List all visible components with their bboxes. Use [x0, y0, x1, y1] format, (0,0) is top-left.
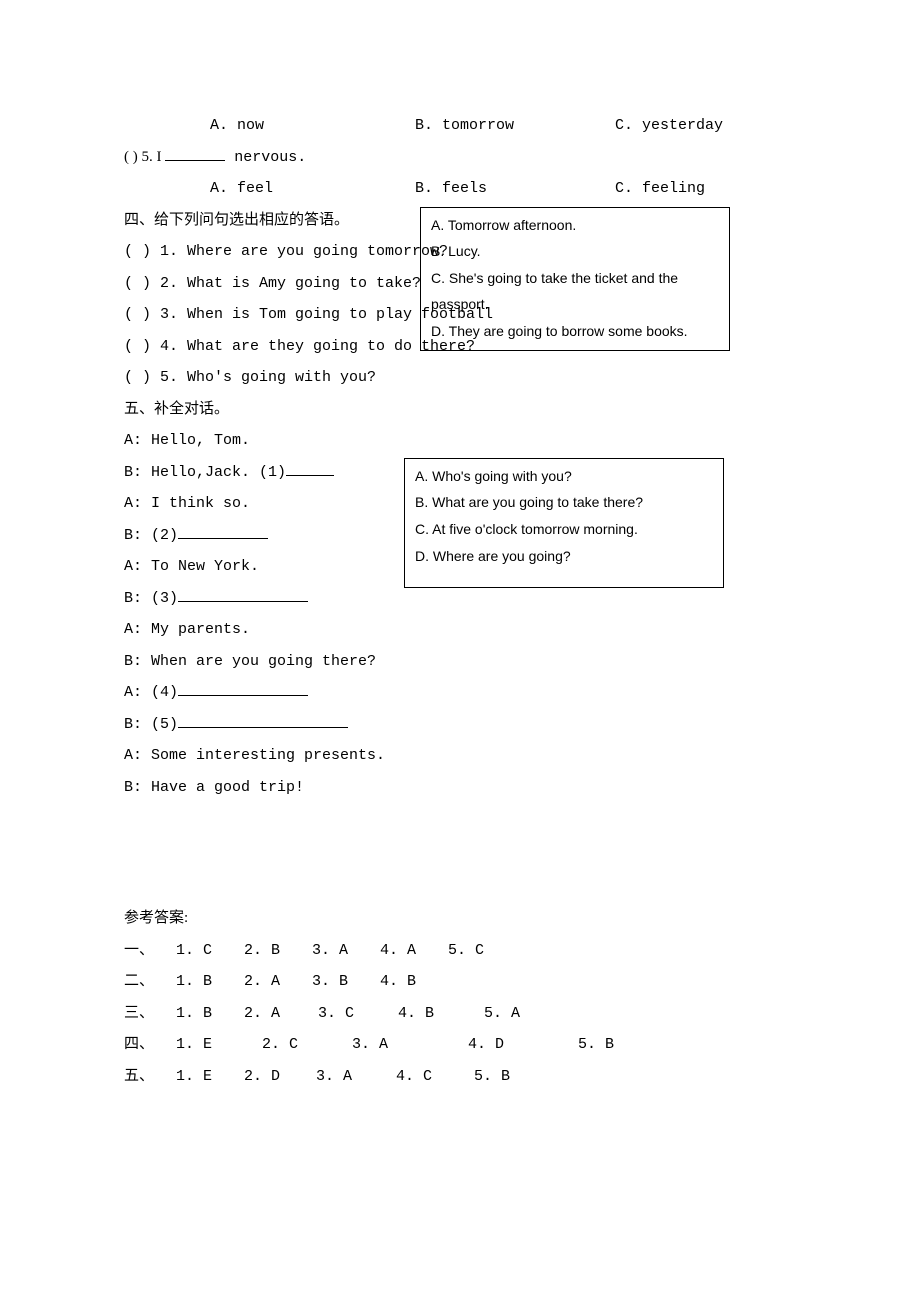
sec5-l2a: B: Hello,Jack. (1): [124, 464, 286, 481]
ans4-n: 四、: [124, 1029, 176, 1061]
sec5-l8: B: When are you going there?: [124, 646, 796, 678]
sec5-box-c: C. At five o'clock tomorrow morning.: [415, 516, 713, 543]
sec5-blank4: [178, 680, 308, 696]
q5-opt-a: A. feel: [210, 173, 415, 205]
q4-opt-a: A. now: [210, 110, 415, 142]
ans3-2: 2. A: [244, 998, 318, 1030]
sec5-l12: B: Have a good trip!: [124, 772, 796, 804]
ans-row-2: 二、 1. B 2. A 3. B 4. B: [124, 966, 796, 998]
ans5-5: 5. B: [474, 1061, 542, 1093]
ans5-4: 4. C: [396, 1061, 474, 1093]
sec4-answer-box: A. Tomorrow afternoon. B. Lucy. C. She's…: [420, 207, 730, 352]
ans5-2: 2. D: [244, 1061, 316, 1093]
sec4-box-a: A. Tomorrow afternoon.: [431, 212, 719, 239]
sec4-box-b: B. Lucy.: [431, 238, 719, 265]
ans3-4: 4. B: [398, 998, 484, 1030]
q4-opt-c: C. yesterday: [615, 110, 795, 142]
ans4-4: 4. D: [468, 1029, 578, 1061]
sec5-l7: A: My parents.: [124, 614, 796, 646]
ans3-n: 三、: [124, 998, 176, 1030]
q5-blank: [165, 145, 225, 161]
ans1-1: 1. C: [176, 935, 244, 967]
section-5: 五、补全对话。 A. Who's going with you? B. What…: [124, 394, 796, 804]
sec5-l9: A: (4): [124, 677, 796, 709]
ans-row-4: 四、 1. E 2. C 3. A 4. D 5. B: [124, 1029, 796, 1061]
ans1-3: 3. A: [312, 935, 380, 967]
ans4-3: 3. A: [352, 1029, 468, 1061]
ans1-2: 2. B: [244, 935, 312, 967]
sec5-l1: A: Hello, Tom.: [124, 425, 796, 457]
ans4-5: 5. B: [578, 1029, 646, 1061]
q4-options: A. now B. tomorrow C. yesterday: [124, 110, 796, 142]
q5-options: A. feel B. feels C. feeling: [124, 173, 796, 205]
sec5-box-b: B. What are you going to take there?: [415, 489, 713, 516]
q5-stem: ( ) 5. I nervous.: [124, 142, 796, 174]
sec5-l10: B: (5): [124, 709, 796, 741]
sec5-box-a: A. Who's going with you?: [415, 463, 713, 490]
ans3-5: 5. A: [484, 998, 552, 1030]
q5-tail: nervous.: [225, 149, 306, 166]
q5-opt-c: C. feeling: [615, 173, 795, 205]
q5-label: ( ) 5. I: [124, 149, 165, 165]
ans1-n: 一、: [124, 935, 176, 967]
ans-row-1: 一、 1. C 2. B 3. A 4. A 5. C: [124, 935, 796, 967]
ans3-3: 3. C: [318, 998, 398, 1030]
ans2-4: 4. B: [380, 966, 448, 998]
sec5-blank5: [178, 712, 348, 728]
sec5-blank3: [178, 586, 308, 602]
ans4-1: 1. E: [176, 1029, 262, 1061]
sec5-blank2: [178, 523, 268, 539]
ans2-1: 1. B: [176, 966, 244, 998]
sec5-l4a: B: (2): [124, 527, 178, 544]
section-4: 四、给下列问句选出相应的答语。 A. Tomorrow afternoon. B…: [124, 205, 796, 394]
ans5-1: 1. E: [176, 1061, 244, 1093]
answer-key: 参考答案: 一、 1. C 2. B 3. A 4. A 5. C 二、 1. …: [124, 903, 796, 1092]
answers-title: 参考答案:: [124, 903, 796, 935]
q5-opt-b: B. feels: [415, 173, 615, 205]
ans-row-5: 五、 1. E 2. D 3. A 4. C 5. B: [124, 1061, 796, 1093]
sec5-title: 五、补全对话。: [124, 394, 796, 426]
sec4-box-c: C. She's going to take the ticket and th…: [431, 265, 719, 318]
ans2-n: 二、: [124, 966, 176, 998]
q4-opt-b: B. tomorrow: [415, 110, 615, 142]
ans2-3: 3. B: [312, 966, 380, 998]
sec5-l11: A: Some interesting presents.: [124, 740, 796, 772]
ans1-4: 4. A: [380, 935, 448, 967]
spacer: [124, 803, 796, 903]
sec4-q5: ( ) 5. Who's going with you?: [124, 362, 796, 394]
sec5-l9a: A: (4): [124, 684, 178, 701]
ans3-1: 1. B: [176, 998, 244, 1030]
sec5-l10a: B: (5): [124, 716, 178, 733]
sec5-answer-box: A. Who's going with you? B. What are you…: [404, 458, 724, 588]
sec5-l6a: B: (3): [124, 590, 178, 607]
ans5-n: 五、: [124, 1061, 176, 1093]
ans1-5: 5. C: [448, 935, 516, 967]
ans5-3: 3. A: [316, 1061, 396, 1093]
sec4-box-d: D. They are going to borrow some books.: [431, 318, 719, 345]
ans2-2: 2. A: [244, 966, 312, 998]
ans4-2: 2. C: [262, 1029, 352, 1061]
sec5-box-d: D. Where are you going?: [415, 543, 713, 570]
ans-row-3: 三、 1. B 2. A 3. C 4. B 5. A: [124, 998, 796, 1030]
sec5-blank1: [286, 460, 334, 476]
